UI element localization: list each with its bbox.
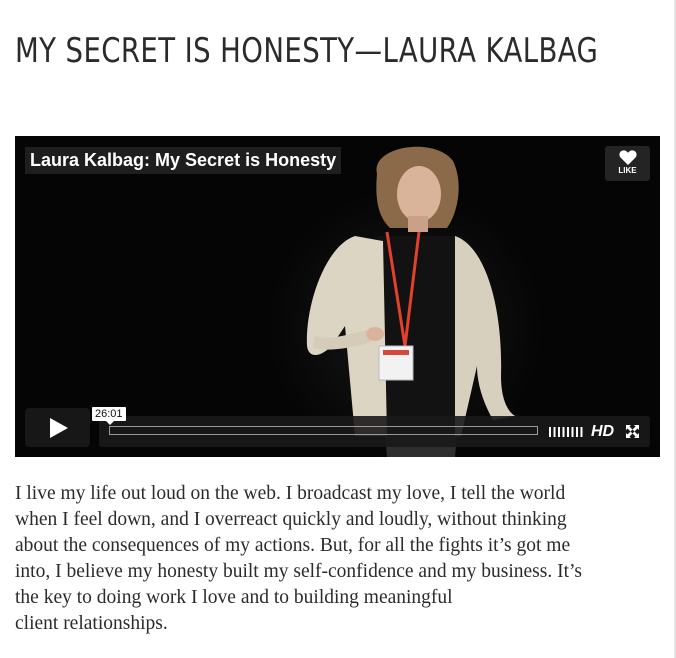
- hd-button[interactable]: HD: [591, 422, 614, 441]
- paragraph-line: about the consequences of my actions. Bu…: [15, 535, 571, 556]
- video-player[interactable]: Laura Kalbag: My Secret is Honesty LIKE …: [15, 136, 660, 457]
- page-title: MY SECRET IS HONESTY—LAURA KALBAG: [15, 31, 599, 71]
- like-button[interactable]: LIKE: [605, 146, 650, 181]
- time-display: 26:01: [92, 407, 126, 425]
- control-bar: HD: [99, 416, 650, 447]
- fullscreen-icon[interactable]: [626, 425, 639, 438]
- volume-icon[interactable]: [549, 426, 583, 437]
- like-label: LIKE: [618, 166, 637, 175]
- play-icon: [50, 418, 68, 438]
- paragraph-line: the key to doing work I love and to buil…: [15, 587, 453, 608]
- play-button[interactable]: [25, 408, 90, 447]
- paragraph-line: client relationships.: [15, 613, 168, 634]
- article-paragraph: I live my life out loud on the web. I br…: [15, 481, 670, 637]
- progress-bar[interactable]: [109, 426, 538, 435]
- paragraph-line: into, I believe my honesty built my self…: [15, 561, 583, 582]
- heart-icon: [618, 150, 637, 165]
- paragraph-line: I live my life out loud on the web. I br…: [15, 483, 566, 504]
- paragraph-line: when I feel down, and I overreact quickl…: [15, 509, 567, 530]
- video-title[interactable]: Laura Kalbag: My Secret is Honesty: [25, 147, 342, 174]
